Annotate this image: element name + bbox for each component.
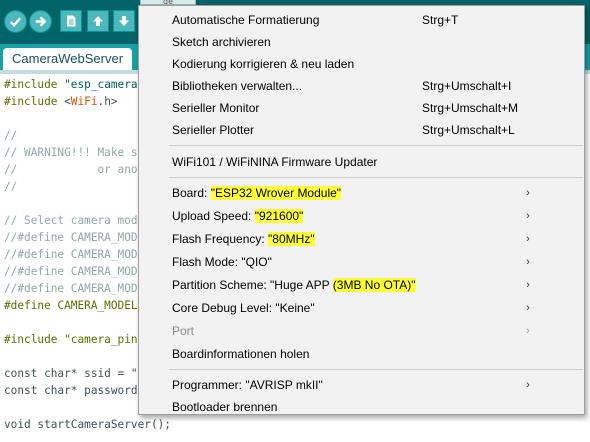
menu-item-label: Board: "ESP32 Wrover Module" [172,182,342,204]
menu-item-label: Bibliotheken verwalten... [172,79,303,93]
menu-item-label: Partition Scheme: "Huge APP (3MB No OTA)… [172,274,416,296]
partition-scheme-value: (3MB No OTA)" [332,278,416,292]
menu-item-programmer[interactable]: Programmer: "AVRISP mkII" › [139,374,584,396]
menu-item-label: Automatische Formatierung [172,13,320,27]
verify-button[interactable] [4,10,27,33]
menu-item-board-info[interactable]: Boardinformationen holen [139,343,584,365]
upload-button[interactable] [29,10,52,33]
board-value: "ESP32 Wrover Module" [210,186,342,200]
code-line: void startCameraServer(); [4,418,171,431]
arrow-up-icon [93,16,103,26]
menu-item-label: Flash Mode: "QIO" [172,255,272,269]
menu-item-label: Bootloader brennen [172,400,278,414]
submenu-arrow-icon: › [526,210,530,222]
menu-separator [169,369,583,370]
menu-item-serial-monitor[interactable]: Serieller Monitor Strg+Umschalt+M [139,97,584,119]
menu-item-label: Sketch archivieren [172,35,271,49]
flash-frequency-value: "80MHz" [268,232,315,246]
menu-item-label: Core Debug Level: "Keine" [172,301,315,315]
code-line: #include <WiFi.h> [4,93,118,110]
menu-item-core-debug-level[interactable]: Core Debug Level: "Keine" › [139,297,584,319]
submenu-arrow-icon: › [526,279,530,291]
menu-item-upload-speed[interactable]: Upload Speed: "921600" › [139,205,584,227]
menu-separator [169,145,583,146]
menu-item-label: Boardinformationen holen [172,347,310,361]
menu-item-shortcut: Strg+T [422,13,459,27]
menu-item-flash-mode[interactable]: Flash Mode: "QIO" › [139,251,584,273]
code-line: #include "esp_camera.h" [4,78,158,91]
menu-item-label: Flash Frequency: "80MHz" [172,228,315,250]
menu-item-burn-bootloader[interactable]: Bootloader brennen [139,396,584,418]
submenu-arrow-icon: › [526,379,530,391]
menu-item-board[interactable]: Board: "ESP32 Wrover Module" › [139,182,584,204]
upload-speed-value: "921600" [254,209,304,223]
tools-menu: Automatische Formatierung Strg+T Sketch … [138,5,585,415]
menu-item-label: Programmer: "AVRISP mkII" [172,378,323,392]
code-line: // Select camera model [4,214,151,227]
arrow-down-icon [119,16,129,26]
menu-item-label: WiFi101 / WiFiNINA Firmware Updater [172,155,378,169]
menu-item-shortcut: Strg+Umschalt+M [422,101,519,115]
arrow-right-icon [35,16,47,27]
menu-item-firmware-updater[interactable]: WiFi101 / WiFiNINA Firmware Updater [139,151,584,173]
menu-item-flash-frequency[interactable]: Flash Frequency: "80MHz" › [139,228,584,250]
menu-item-label: Kodierung korrigieren & neu laden [172,57,355,71]
upload-speed-prefix: Upload Speed: [172,209,255,223]
menu-item-fix-encoding[interactable]: Kodierung korrigieren & neu laden [139,53,584,75]
new-sketch-button[interactable] [60,10,82,32]
menu-item-label: Serieller Monitor [172,101,260,115]
board-prefix: Board: [172,186,211,200]
submenu-arrow-icon: › [526,302,530,314]
submenu-arrow-icon: › [526,187,530,199]
code-text: #include <WiFi.h> [4,95,118,108]
code-line: // [4,129,18,142]
tab-camerawebserver[interactable]: CameraWebServer [3,48,132,70]
code-line: // [4,180,18,193]
document-icon [67,15,76,27]
menu-item-archive-sketch[interactable]: Sketch archivieren [139,31,584,53]
open-button[interactable] [87,10,109,32]
checkmark-icon [9,17,22,28]
menu-item-label: Upload Speed: "921600" [172,205,304,227]
menu-item-manage-libraries[interactable]: Bibliotheken verwalten... Strg+Umschalt+… [139,75,584,97]
save-button[interactable] [113,10,135,32]
submenu-arrow-icon: › [526,256,530,268]
submenu-arrow-icon: › [526,325,530,337]
menu-item-partition-scheme[interactable]: Partition Scheme: "Huge APP (3MB No OTA)… [139,274,584,296]
menu-item-serial-plotter[interactable]: Serieller Plotter Strg+Umschalt+L [139,119,584,141]
partition-scheme-prefix: Partition Scheme: "Huge APP [172,278,333,292]
menu-item-shortcut: Strg+Umschalt+L [422,123,515,137]
submenu-arrow-icon: › [526,233,530,245]
flash-frequency-prefix: Flash Frequency: [172,232,269,246]
menu-separator [169,177,583,178]
menu-item-label: Serieller Plotter [172,123,255,137]
menu-item-port: Port › [139,320,584,342]
menu-item-shortcut: Strg+Umschalt+I [422,79,512,93]
menu-item-label: Port [172,324,195,338]
menu-item-auto-format[interactable]: Automatische Formatierung Strg+T [139,9,584,31]
